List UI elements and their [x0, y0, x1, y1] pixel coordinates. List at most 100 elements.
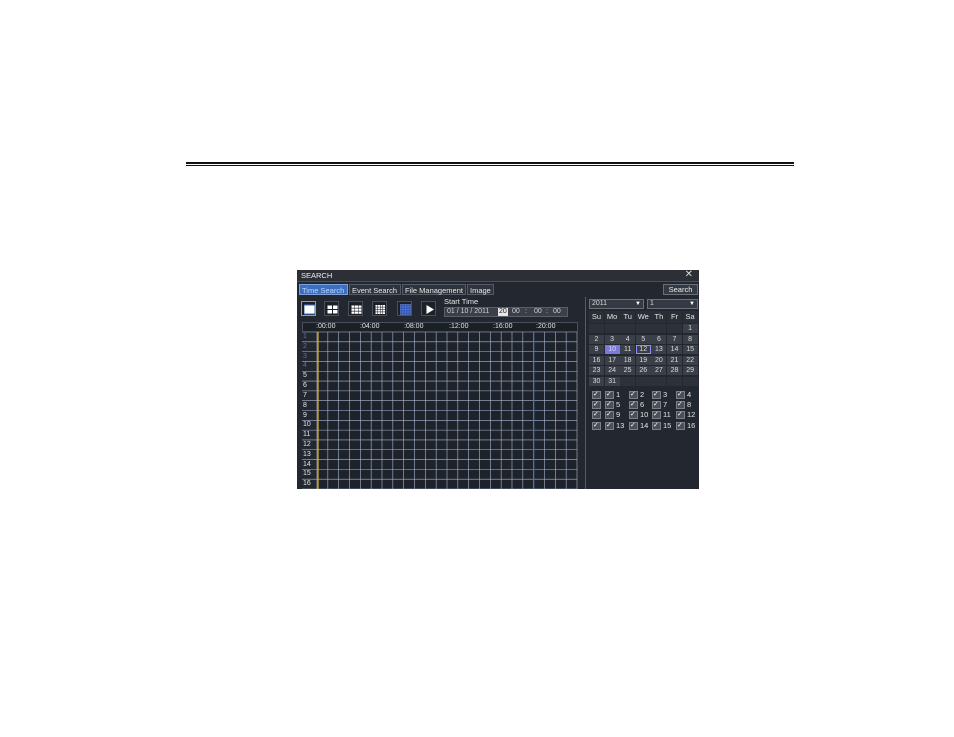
calendar-day[interactable]: 8: [682, 334, 698, 344]
channel-checkbox[interactable]: [652, 390, 661, 399]
sixteen-view-icon: [375, 305, 385, 314]
channel-checkbox[interactable]: [629, 390, 638, 399]
channel-group-checkbox[interactable]: [592, 390, 601, 399]
channel-checkbox[interactable]: [652, 421, 661, 430]
channel-row-label: 11: [303, 431, 311, 439]
quad-view-icon: [327, 305, 338, 314]
single-view-icon: [304, 304, 315, 315]
calendar-day[interactable]: 19: [635, 355, 651, 365]
calendar-day[interactable]: 13: [651, 345, 667, 355]
close-icon[interactable]: ✕: [685, 270, 693, 280]
hour-label: :16:00: [493, 323, 513, 330]
channel-group-checkbox[interactable]: [592, 400, 601, 410]
hour-label: :08:00: [404, 323, 424, 330]
start-second[interactable]: 00: [534, 308, 542, 316]
calendar-day[interactable]: 12: [635, 345, 651, 355]
weekday-header: Tu: [620, 311, 636, 323]
calendar-day[interactable]: 26: [635, 366, 651, 376]
channel-row-label: 16: [303, 480, 311, 488]
calendar-day[interactable]: 9: [589, 345, 604, 355]
chevron-down-icon: ▼: [689, 301, 695, 307]
channel-checkbox[interactable]: [676, 390, 685, 399]
channel-checkbox[interactable]: [629, 400, 638, 410]
start-hour[interactable]: 20: [498, 308, 508, 316]
grid-view-button[interactable]: [397, 301, 412, 316]
calendar-day[interactable]: 17: [604, 355, 620, 365]
quad-view-button[interactable]: [324, 301, 339, 316]
start-extra[interactable]: 00: [553, 308, 561, 316]
calendar-empty-cell: [635, 376, 651, 386]
calendar-day[interactable]: 1: [682, 324, 698, 334]
calendar-empty-cell: [620, 376, 636, 386]
channel-checkbox[interactable]: [605, 400, 614, 410]
tab-event-search[interactable]: Event Search: [349, 284, 401, 295]
calendar-day[interactable]: 18: [620, 355, 636, 365]
calendar-day[interactable]: 2: [589, 334, 604, 344]
start-date[interactable]: 01 / 10 / 2011: [447, 308, 489, 316]
channel-checkbox[interactable]: [652, 400, 661, 410]
calendar-day[interactable]: 30: [589, 376, 604, 386]
single-view-button[interactable]: [301, 301, 316, 316]
channel-checkbox[interactable]: [652, 410, 661, 420]
nine-view-button[interactable]: [348, 301, 363, 316]
channel-group-checkbox[interactable]: [592, 421, 601, 430]
weekday-header: Th: [651, 311, 667, 323]
channel-checkbox[interactable]: [676, 400, 685, 410]
channel-checkbox[interactable]: [676, 421, 685, 430]
tab-file-management[interactable]: File Management: [402, 284, 466, 295]
calendar-day[interactable]: 7: [667, 334, 682, 344]
start-time-input[interactable]: 01 / 10 / 2011 20 00 : 00 : 00: [444, 307, 568, 317]
year-select[interactable]: 2011 ▼: [589, 299, 644, 309]
weekday-header: We: [635, 311, 651, 323]
calendar-day[interactable]: 16: [589, 355, 604, 365]
calendar-day[interactable]: 28: [667, 366, 682, 376]
channel-checkbox[interactable]: [676, 410, 685, 420]
search-button[interactable]: Search: [663, 284, 698, 295]
calendar-day[interactable]: 6: [651, 334, 667, 344]
calendar-day[interactable]: 15: [682, 345, 698, 355]
calendar-day[interactable]: 31: [604, 376, 620, 386]
weekday-header: Su: [589, 311, 604, 323]
record-grid[interactable]: 1 2 3 4 5 6 7 8 9 10 11 12 13 14 15 16: [302, 331, 578, 489]
calendar-day[interactable]: 27: [651, 366, 667, 376]
calendar-day[interactable]: 4: [620, 334, 636, 344]
grid-view-icon: [400, 304, 411, 315]
calendar-day[interactable]: 25: [620, 366, 636, 376]
channel-group-checkbox[interactable]: [592, 410, 601, 420]
calendar-day[interactable]: 11: [620, 345, 636, 355]
window-title: SEARCH: [301, 271, 333, 280]
calendar-day[interactable]: 23: [589, 366, 604, 376]
calendar-day[interactable]: 10: [604, 345, 620, 355]
calendar-day[interactable]: 14: [667, 345, 682, 355]
search-window: SEARCH ✕ Time Search Event Search File M…: [297, 270, 699, 489]
play-button[interactable]: [421, 301, 436, 316]
channel-checkbox[interactable]: [629, 421, 638, 430]
calendar-day[interactable]: 24: [604, 366, 620, 376]
channel-row-label: 14: [303, 460, 311, 468]
channel-checkbox-label: 10: [640, 410, 649, 420]
calendar-day[interactable]: 22: [682, 355, 698, 365]
hour-label: :00:00: [316, 323, 336, 330]
channel-checkbox[interactable]: [605, 390, 614, 399]
calendar-day[interactable]: 21: [667, 355, 682, 365]
sixteen-view-button[interactable]: [372, 301, 387, 316]
header-rule: [186, 162, 794, 164]
tab-time-search[interactable]: Time Search: [299, 284, 348, 295]
month-select[interactable]: 1 ▼: [647, 299, 698, 309]
start-minute[interactable]: 00: [512, 308, 520, 316]
calendar-day[interactable]: 20: [651, 355, 667, 365]
channel-checkbox-label: 15: [663, 420, 672, 430]
calendar-day[interactable]: 29: [682, 366, 698, 376]
calendar-day[interactable]: 5: [635, 334, 651, 344]
tab-image[interactable]: Image: [467, 284, 494, 295]
channel-checkbox[interactable]: [605, 410, 614, 420]
channel-checkbox-label: 11: [663, 410, 671, 420]
channel-row-label: 3: [303, 352, 307, 360]
calendar-empty-cell: [635, 324, 651, 334]
channel-checkbox[interactable]: [605, 421, 614, 430]
channel-row-label: 7: [303, 391, 307, 399]
channel-checkbox[interactable]: [629, 410, 638, 420]
calendar-empty-cell: [620, 324, 636, 334]
calendar-empty-cell: [604, 324, 620, 334]
calendar-day[interactable]: 3: [604, 334, 620, 344]
